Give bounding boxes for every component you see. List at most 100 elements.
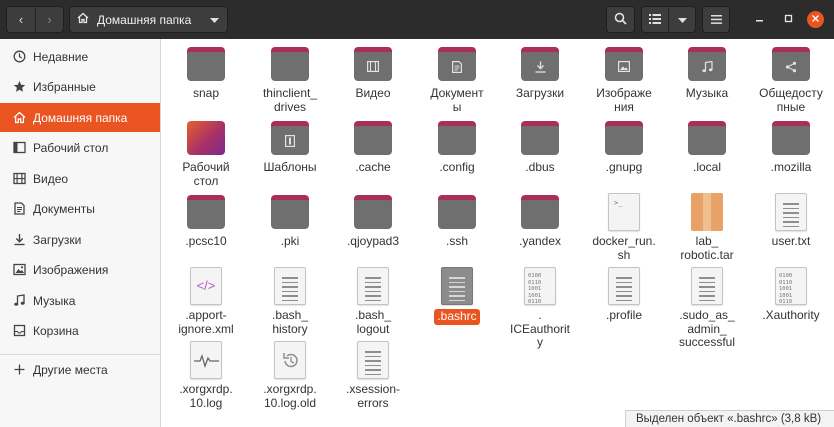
sidebar-item-clock[interactable]: Недавние — [0, 42, 160, 71]
home-icon — [13, 111, 26, 124]
minimize-icon — [755, 14, 764, 26]
path-label: Домашняя папка — [97, 12, 192, 27]
file-item[interactable]: 0100 0110 1001 1001 0110. ICEauthorit y — [497, 267, 583, 350]
close-icon — [812, 14, 819, 25]
sidebar-item-label: Недавние — [33, 49, 89, 64]
sidebar-item-label: Документы — [33, 201, 95, 216]
file-item[interactable]: .pki — [247, 193, 333, 249]
sidebar-item-star[interactable]: Избранные — [0, 72, 160, 101]
folder-icon — [187, 193, 225, 231]
file-label: .local — [692, 160, 721, 174]
folder-icon — [354, 45, 392, 83]
file-item[interactable]: thinclient_ drives — [247, 45, 333, 114]
file-item[interactable]: lab_ robotic.tar — [664, 193, 750, 262]
file-item[interactable]: Изображе ния — [581, 45, 667, 114]
file-item[interactable]: .bashrc — [414, 267, 500, 325]
file-item[interactable]: .xorgxrdp. 10.log.old — [247, 341, 333, 410]
file-label: Изображе ния — [596, 86, 652, 114]
file-item[interactable]: Рабочий стол — [163, 119, 249, 188]
text-file-icon — [775, 193, 807, 231]
file-item[interactable]: .gnupg — [581, 119, 667, 175]
file-label: .pcsc10 — [185, 234, 227, 248]
file-item[interactable]: user.txt — [748, 193, 834, 249]
file-item[interactable]: Загрузки — [497, 45, 583, 101]
clock-icon — [13, 50, 26, 63]
folder-icon — [438, 45, 476, 83]
chevron-left-icon: ‹ — [18, 12, 24, 27]
file-item[interactable]: .bash_ logout — [330, 267, 416, 336]
sidebar-item-desktop[interactable]: Рабочий стол — [0, 133, 160, 162]
sidebar-item-download[interactable]: Загрузки — [0, 225, 160, 254]
backup-file-icon — [274, 341, 306, 379]
back-button[interactable]: ‹ — [6, 6, 36, 33]
file-item[interactable]: Шаблоны — [247, 119, 333, 175]
path-bar-button[interactable]: Домашняя папка — [69, 6, 228, 33]
file-label: .apport- ignore.xml — [178, 308, 234, 336]
file-label: Документ ы — [430, 86, 484, 114]
sidebar-item-trash[interactable]: Корзина — [0, 316, 160, 345]
list-view-button[interactable] — [641, 6, 669, 33]
maximize-button[interactable] — [780, 11, 797, 28]
sidebar-item-home[interactable]: Домашняя папка — [0, 103, 160, 132]
file-item[interactable]: .pcsc10 — [163, 193, 249, 249]
chevron-right-icon: › — [47, 12, 52, 27]
file-label: .ssh — [445, 234, 468, 248]
file-label: .xsession- errors — [345, 382, 401, 410]
sidebar-item-label: Другие места — [33, 362, 108, 377]
file-item[interactable]: Документ ы — [414, 45, 500, 114]
file-item[interactable]: Общедосту пные — [748, 45, 834, 114]
file-item[interactable]: .local — [664, 119, 750, 175]
file-item[interactable]: .mozilla — [748, 119, 834, 175]
minimize-button[interactable] — [751, 11, 768, 28]
file-label: .mozilla — [770, 160, 812, 174]
maximize-icon — [784, 14, 793, 26]
sidebar-item-document[interactable]: Документы — [0, 194, 160, 223]
forward-button[interactable]: › — [35, 6, 64, 33]
code-file-icon: </> — [190, 267, 222, 305]
file-item[interactable]: .dbus — [497, 119, 583, 175]
file-item[interactable]: .yandex — [497, 193, 583, 249]
file-label: .bashrc — [434, 309, 480, 325]
file-item[interactable]: .ssh — [414, 193, 500, 249]
folder-icon — [521, 45, 559, 83]
folder-icon — [605, 45, 643, 83]
close-button[interactable] — [807, 11, 824, 28]
main-menu-button[interactable] — [702, 6, 730, 33]
file-item[interactable]: .xorgxrdp. 10.log — [163, 341, 249, 410]
list-view-icon — [649, 13, 661, 27]
sidebar-item-music[interactable]: Музыка — [0, 286, 160, 315]
binary-file-icon: 0100 0110 1001 1001 0110 — [524, 267, 556, 305]
trash-icon — [13, 324, 26, 337]
view-options-button[interactable] — [668, 6, 696, 33]
file-item[interactable]: .config — [414, 119, 500, 175]
file-item[interactable]: .cache — [330, 119, 416, 175]
file-item[interactable]: .xsession- errors — [330, 341, 416, 410]
sidebar-item-label: Изображения — [33, 262, 109, 277]
sidebar-item-label: Корзина — [33, 323, 79, 338]
file-item[interactable]: .profile — [581, 267, 667, 323]
search-button[interactable] — [606, 6, 635, 33]
file-label: Шаблоны — [263, 160, 317, 174]
file-item[interactable]: Видео — [330, 45, 416, 101]
file-label: .config — [439, 160, 475, 174]
video-icon — [13, 172, 26, 185]
sidebar-item-video[interactable]: Видео — [0, 164, 160, 193]
file-item[interactable]: >_ docker_run. sh — [581, 193, 667, 262]
sidebar-item-other-places[interactable]: Другие места — [0, 355, 160, 384]
file-label: .gnupg — [605, 160, 643, 174]
text-file-icon — [608, 267, 640, 305]
file-label: Загрузки — [515, 86, 565, 100]
file-item[interactable]: .bash_ history — [247, 267, 333, 336]
file-item[interactable]: Музыка — [664, 45, 750, 101]
file-item[interactable]: .sudo_as_ admin_ successful — [664, 267, 750, 350]
file-item[interactable]: snap — [163, 45, 249, 101]
file-label: .cache — [355, 160, 391, 174]
folder-icon — [688, 119, 726, 157]
archive-icon — [688, 193, 726, 231]
sidebar-item-image[interactable]: Изображения — [0, 255, 160, 284]
file-item[interactable]: </> .apport- ignore.xml — [163, 267, 249, 336]
file-item[interactable]: .qjoypad3 — [330, 193, 416, 249]
file-item[interactable]: 0100 0110 1001 1001 0110 .Xauthority — [748, 267, 834, 323]
header-bar: ‹ › Домашняя папка — [0, 0, 834, 39]
file-label: .bash_ history — [271, 308, 309, 336]
